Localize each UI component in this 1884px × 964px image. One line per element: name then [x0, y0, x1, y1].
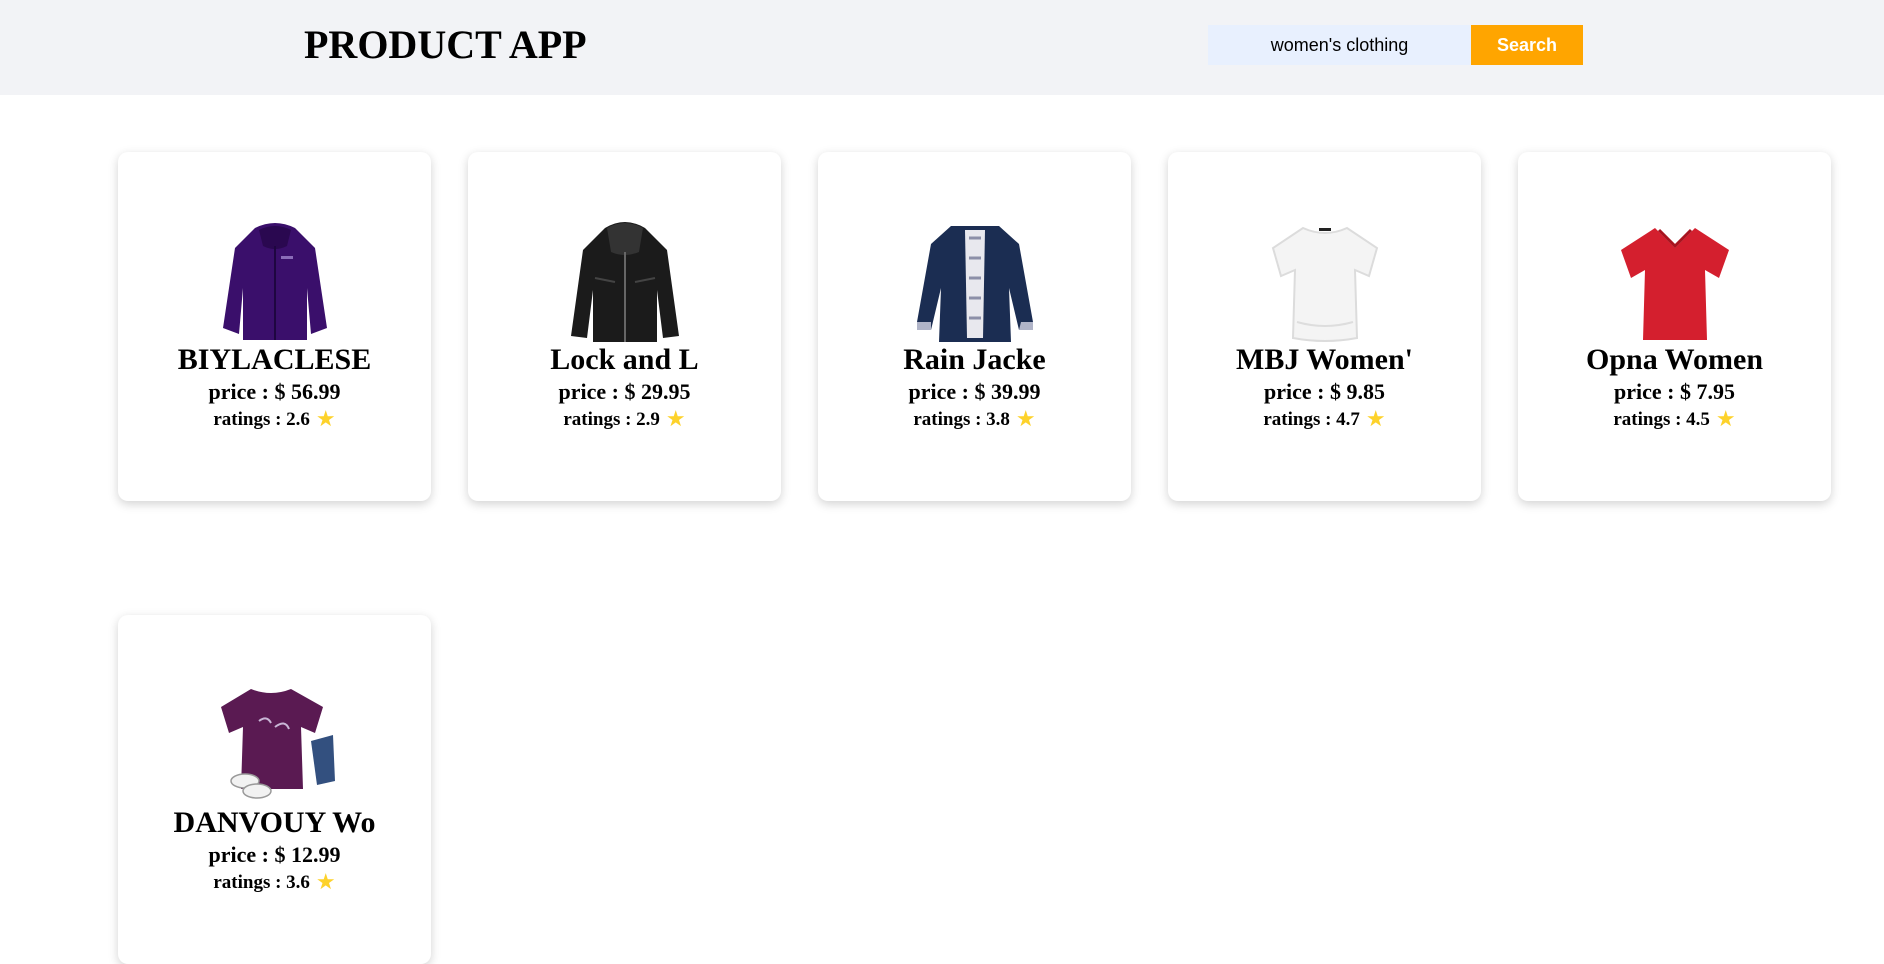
rating-text: ratings : 4.5	[1613, 409, 1710, 430]
purple-jacket-icon	[215, 218, 335, 344]
product-name: MBJ Women'	[1236, 343, 1413, 376]
app-title: PRODUCT APP	[304, 22, 587, 67]
star-icon: ★	[665, 407, 686, 432]
star-icon: ★	[315, 870, 336, 895]
rating-text: ratings : 2.6	[213, 409, 310, 430]
product-rating: ratings : 2.9 ★	[468, 408, 781, 432]
star-icon: ★	[1365, 407, 1386, 432]
product-card[interactable]: Lock and L price : $ 29.95 ratings : 2.9…	[468, 152, 781, 501]
product-rating: ratings : 3.6 ★	[118, 871, 431, 895]
search-input[interactable]	[1208, 25, 1471, 65]
product-rating: ratings : 4.7 ★	[1168, 408, 1481, 432]
product-card[interactable]: Opna Women price : $ 7.95 ratings : 4.5 ★	[1518, 152, 1831, 501]
product-card[interactable]: MBJ Women' price : $ 9.85 ratings : 4.7 ★	[1168, 152, 1481, 501]
product-card[interactable]: Rain Jacke price : $ 39.99 ratings : 3.8…	[818, 152, 1131, 501]
product-name: BIYLACLESE	[177, 343, 372, 376]
rating-text: ratings : 3.8	[913, 409, 1010, 430]
product-name: Opna Women	[1586, 343, 1763, 376]
black-leather-jacket-icon	[565, 218, 685, 344]
purple-tee-outfit-icon	[215, 681, 335, 807]
product-price: price : $ 29.95	[558, 379, 691, 404]
product-rating: ratings : 4.5 ★	[1518, 408, 1831, 432]
red-vneck-tshirt-icon	[1615, 218, 1735, 344]
rating-text: ratings : 4.7	[1263, 409, 1360, 430]
product-rating: ratings : 2.6 ★	[118, 408, 431, 432]
product-price: price : $ 9.85	[1264, 379, 1385, 404]
product-name: Lock and L	[550, 343, 699, 376]
rating-text: ratings : 3.6	[213, 872, 310, 893]
product-name: Rain Jacke	[903, 343, 1046, 376]
product-price: price : $ 39.99	[908, 379, 1041, 404]
product-rating: ratings : 3.8 ★	[818, 408, 1131, 432]
product-price: price : $ 7.95	[1614, 379, 1735, 404]
search-button[interactable]: Search	[1471, 25, 1583, 65]
header: PRODUCT APP Search	[0, 0, 1884, 95]
white-tshirt-icon	[1265, 218, 1385, 344]
star-icon: ★	[315, 407, 336, 432]
navy-rain-jacket-icon	[915, 218, 1035, 344]
rating-text: ratings : 2.9	[563, 409, 660, 430]
product-price: price : $ 12.99	[208, 842, 341, 867]
star-icon: ★	[1015, 407, 1036, 432]
product-card[interactable]: BIYLACLESE price : $ 56.99 ratings : 2.6…	[118, 152, 431, 501]
product-price: price : $ 56.99	[208, 379, 341, 404]
product-name: DANVOUY Wo	[173, 806, 376, 839]
product-card[interactable]: DANVOUY Wo price : $ 12.99 ratings : 3.6…	[118, 615, 431, 964]
star-icon: ★	[1715, 407, 1736, 432]
